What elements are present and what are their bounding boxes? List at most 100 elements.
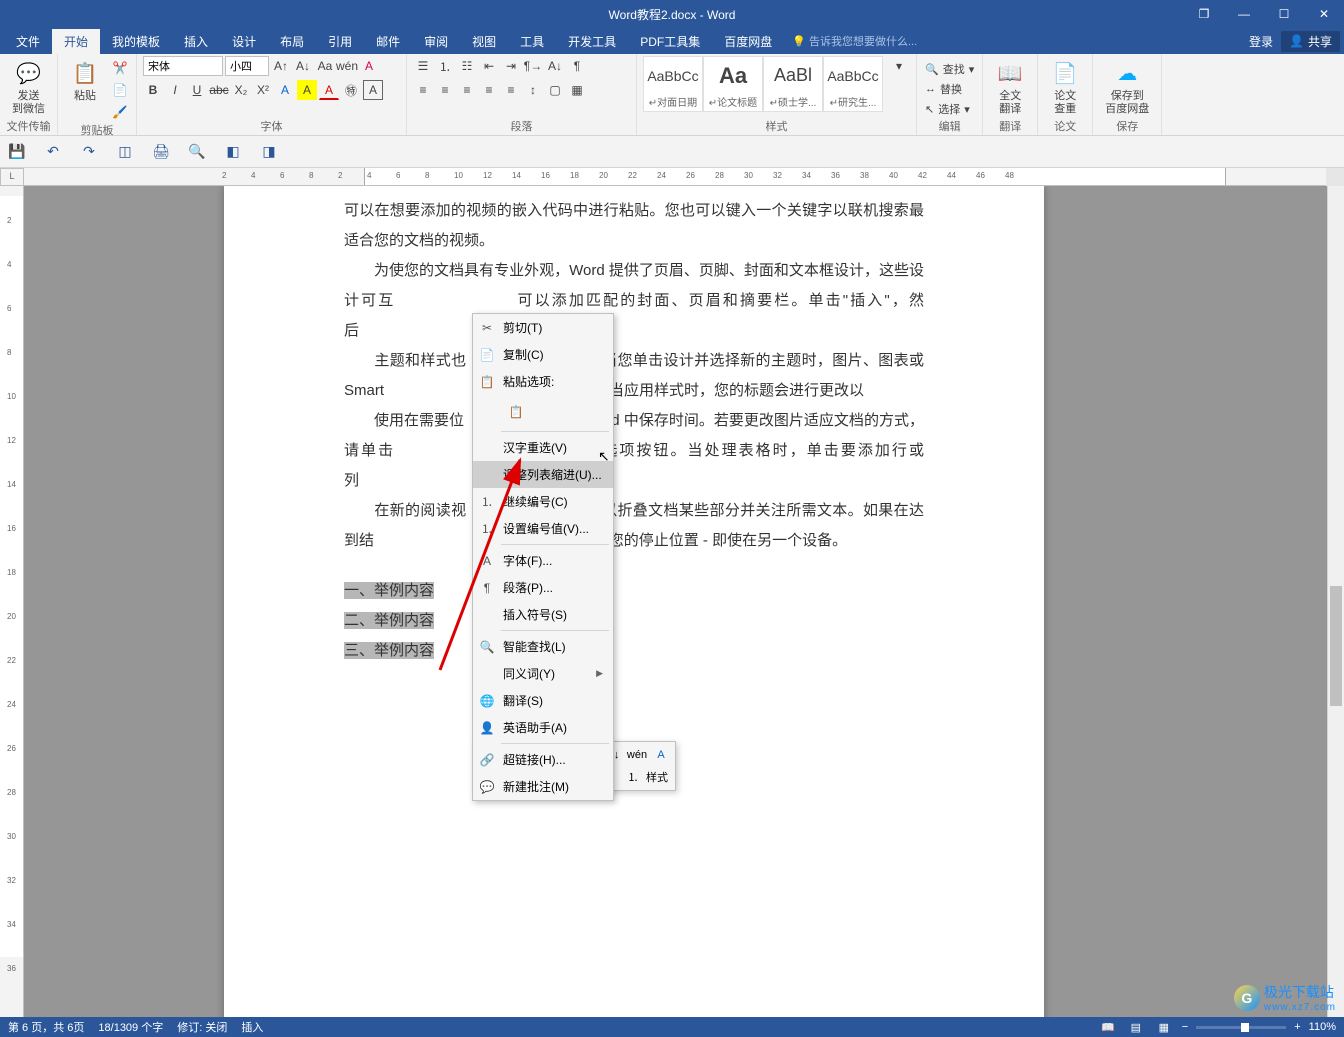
status-insert-mode[interactable]: 插入 xyxy=(241,1019,263,1035)
numbering-button[interactable]: ⒈ xyxy=(435,56,455,76)
tab-references[interactable]: 引用 xyxy=(316,29,364,54)
tab-design[interactable]: 设计 xyxy=(220,29,268,54)
text-effects-button[interactable]: A xyxy=(275,80,295,100)
format-painter-button[interactable]: 🖌️ xyxy=(110,102,130,122)
zoom-out[interactable]: − xyxy=(1182,1021,1188,1033)
style-item-3[interactable]: AaBbCc↵研究生... xyxy=(823,56,883,112)
menu-copy[interactable]: 📄复制(C) xyxy=(473,341,613,368)
login-link[interactable]: 登录 xyxy=(1249,33,1273,50)
shrink-font-button[interactable]: A↓ xyxy=(293,56,313,76)
menu-synonyms[interactable]: 同义词(Y)▶ xyxy=(473,660,613,687)
horizontal-ruler[interactable]: 2468246810121416182022242628303234363840… xyxy=(24,168,1326,186)
page[interactable]: 可以在想要添加的视频的嵌入代码中进行粘贴。您也可以键入一个关键字以联机搜索最适合… xyxy=(224,186,1044,1017)
copy-button[interactable]: 📄 xyxy=(110,80,130,100)
tab-file[interactable]: 文件 xyxy=(4,29,52,54)
char-border-button[interactable]: A xyxy=(363,80,383,100)
ribbon-collapse-icon[interactable]: ❐ xyxy=(1184,0,1224,28)
select-button[interactable]: ↖ 选择 ▾ xyxy=(923,100,976,118)
zoom-level[interactable]: 110% xyxy=(1309,1021,1336,1033)
multilevel-button[interactable]: ☷ xyxy=(457,56,477,76)
tab-layout[interactable]: 布局 xyxy=(268,29,316,54)
cut-button[interactable]: ✂️ xyxy=(110,58,130,78)
tab-mailings[interactable]: 邮件 xyxy=(364,29,412,54)
tab-home[interactable]: 开始 xyxy=(52,29,100,54)
paragraph[interactable]: 使用在需要位 Word 中保存时间。若要更改图片适应文档的方式，请单击 会显示布… xyxy=(344,406,924,496)
increase-indent-button[interactable]: ⇥ xyxy=(501,56,521,76)
bold-button[interactable]: B xyxy=(143,80,163,100)
qat-btn-7[interactable]: ◧ xyxy=(224,143,242,161)
shading-button[interactable]: ▢ xyxy=(545,80,565,100)
minimize-button[interactable]: — xyxy=(1224,0,1264,28)
enclose-char-button[interactable]: ㊕ xyxy=(341,80,361,100)
paste-button[interactable]: 📋 粘贴 xyxy=(64,56,106,105)
tell-me-search[interactable]: 💡 告诉我您想要做什么... xyxy=(784,33,917,49)
strikethrough-button[interactable]: abc xyxy=(209,80,229,100)
menu-insert-symbol[interactable]: 插入符号(S) xyxy=(473,601,613,628)
highlight-button[interactable]: A xyxy=(297,80,317,100)
view-web-layout[interactable]: ▦ xyxy=(1154,1019,1174,1035)
paste-option-1[interactable]: 📋 xyxy=(503,399,529,425)
send-wechat-button[interactable]: 💬 发送 到微信 xyxy=(6,56,51,118)
mini-format-painter[interactable]: A xyxy=(650,745,672,765)
qat-btn-4[interactable]: ◫ xyxy=(116,143,134,161)
mini-styles[interactable]: 样式 xyxy=(646,767,668,787)
borders-button[interactable]: ▦ xyxy=(567,80,587,100)
paragraph[interactable]: 可以在想要添加的视频的嵌入代码中进行粘贴。您也可以键入一个关键字以联机搜索最适合… xyxy=(344,196,924,256)
show-marks-button[interactable]: ¶ xyxy=(567,56,587,76)
view-print-layout[interactable]: ▤ xyxy=(1126,1019,1146,1035)
qat-btn-8[interactable]: ◨ xyxy=(260,143,278,161)
grow-font-button[interactable]: A↑ xyxy=(271,56,291,76)
zoom-slider[interactable] xyxy=(1196,1026,1286,1029)
font-color-button[interactable]: A xyxy=(319,80,339,100)
justify-button[interactable]: ≡ xyxy=(479,80,499,100)
font-size-select[interactable] xyxy=(225,56,269,76)
zoom-in[interactable]: + xyxy=(1294,1021,1300,1033)
align-center-button[interactable]: ≡ xyxy=(435,80,455,100)
menu-translate[interactable]: 🌐翻译(S) xyxy=(473,687,613,714)
tab-baidu[interactable]: 百度网盘 xyxy=(712,29,784,54)
align-left-button[interactable]: ≡ xyxy=(413,80,433,100)
mini-phonetic[interactable]: wén xyxy=(626,745,648,765)
status-track-changes[interactable]: 修订: 关闭 xyxy=(177,1019,227,1035)
line-spacing-button[interactable]: ↕ xyxy=(523,80,543,100)
distribute-button[interactable]: ≡ xyxy=(501,80,521,100)
save-button[interactable]: 💾 xyxy=(8,143,26,161)
align-right-button[interactable]: ≡ xyxy=(457,80,477,100)
mini-numbering[interactable]: ⒈ xyxy=(622,767,644,787)
list-item[interactable]: 二、举例内容 xyxy=(344,606,924,636)
tab-tools[interactable]: 工具 xyxy=(508,29,556,54)
subscript-button[interactable]: X₂ xyxy=(231,80,251,100)
status-page[interactable]: 第 6 页，共 6页 xyxy=(8,1019,84,1035)
undo-button[interactable]: ↶ xyxy=(44,143,62,161)
replace-button[interactable]: ↔ 替换 xyxy=(923,80,976,98)
underline-button[interactable]: U xyxy=(187,80,207,100)
paper-check-button[interactable]: 📄 论文 查重 xyxy=(1044,56,1086,118)
tab-view[interactable]: 视图 xyxy=(460,29,508,54)
clear-format-button[interactable]: A xyxy=(359,56,379,76)
redo-button[interactable]: ↷ xyxy=(80,143,98,161)
tab-developer[interactable]: 开发工具 xyxy=(556,29,628,54)
paragraph[interactable]: 为使您的文档具有专业外观，Word 提供了页眉、页脚、封面和文本框设计，这些设计… xyxy=(344,256,924,346)
menu-set-numbering-value[interactable]: ⒈设置编号值(V)... xyxy=(473,515,613,542)
ltr-button[interactable]: ¶→ xyxy=(523,56,543,76)
share-button[interactable]: 👤 共享 xyxy=(1281,31,1340,52)
find-button[interactable]: 🔍 查找 ▾ xyxy=(923,60,976,78)
menu-cut[interactable]: ✂剪切(T) xyxy=(473,314,613,341)
paragraph[interactable]: 主题和样式也 。当您单击设计并选择新的主题时，图片、图表或 Smart 匹配新的… xyxy=(344,346,924,406)
tab-insert[interactable]: 插入 xyxy=(172,29,220,54)
scrollbar-thumb[interactable] xyxy=(1330,586,1342,706)
menu-english-assistant[interactable]: 👤英语助手(A) xyxy=(473,714,613,741)
print-preview-button[interactable]: 🔍 xyxy=(188,143,206,161)
vertical-ruler[interactable]: 24681012141618202224262830323436 xyxy=(0,186,24,1017)
menu-smart-lookup[interactable]: 🔍智能查找(L) xyxy=(473,633,613,660)
maximize-button[interactable]: ☐ xyxy=(1264,0,1304,28)
change-case-button[interactable]: Aa xyxy=(315,56,335,76)
tab-mytemplate[interactable]: 我的模板 xyxy=(100,29,172,54)
vertical-scrollbar[interactable] xyxy=(1327,186,1344,1017)
style-item-2[interactable]: AaBl↵硕士学... xyxy=(763,56,823,112)
view-read-mode[interactable]: 📖 xyxy=(1098,1019,1118,1035)
font-name-select[interactable] xyxy=(143,56,223,76)
menu-adjust-list-indent[interactable]: 调整列表缩进(U)... xyxy=(473,461,613,488)
paragraph[interactable]: 在新的阅读视 可以折叠文档某些部分并关注所需文本。如果在达到结 取，Word 会… xyxy=(344,496,924,556)
style-item-1[interactable]: Aa↵论文标题 xyxy=(703,56,763,112)
